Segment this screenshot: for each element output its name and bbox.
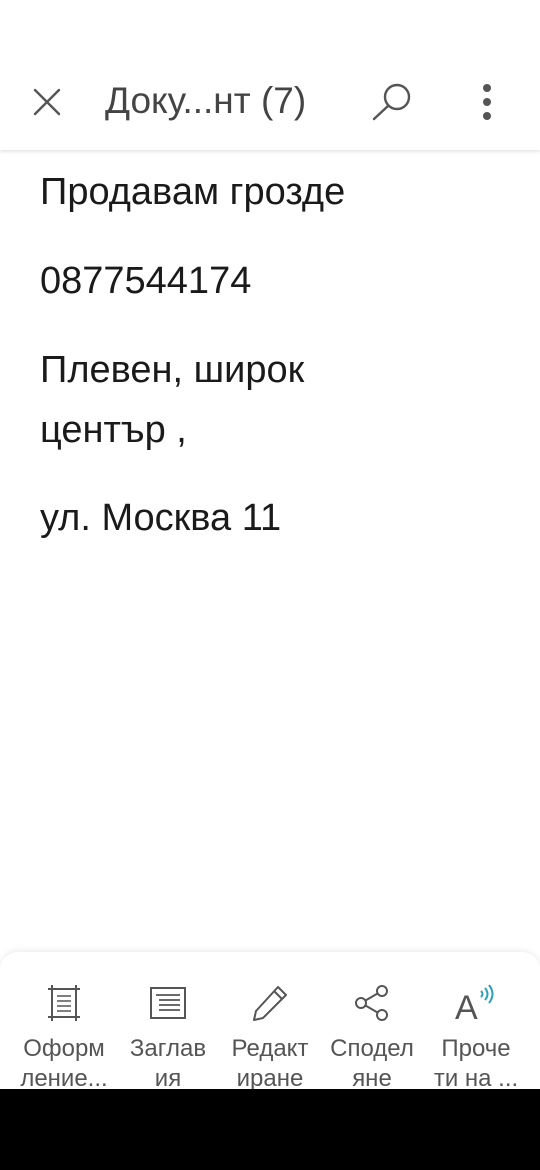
paragraph-2: 0877544174 [40,260,252,302]
paragraph-1: Продавам грозде [40,171,346,213]
paragraph-4: ул. Москва 11 [40,497,282,539]
more-vertical-icon [483,84,491,120]
document-body[interactable]: Продавам грозде 0877544174 Плевен, широк… [0,150,540,950]
headings-button[interactable]: Заглав ия [116,952,220,1092]
share-label: Сподел яне [330,1035,414,1092]
layout-icon [48,985,80,1021]
edit-button[interactable]: Редакт иране [218,952,322,1092]
read-aloud-label: Проче ти на ... [433,1035,519,1092]
search-icon [372,83,411,121]
svg-text:A: A [455,989,478,1024]
search-button[interactable] [366,77,418,127]
headings-label: Заглав ия [129,1035,207,1092]
close-button[interactable] [22,77,72,127]
read-aloud-icon: A [455,984,494,1024]
status-bar [0,0,540,50]
pencil-icon [253,986,287,1021]
bottom-toolbar: Оформ ление... Заглав ия Редакт иране Сп… [0,952,540,1092]
headings-icon [150,987,186,1019]
edit-label: Редакт иране [231,1035,309,1092]
system-navigation-bar [0,1089,540,1170]
phone-screen: Доку...нт (7) Продавам грозде 0877544174… [0,0,540,1170]
paragraph-3: Плевен, широк център , [40,349,305,451]
share-button[interactable]: Сподел яне [320,952,424,1092]
document-title[interactable]: Доку...нт (7) [105,79,306,123]
more-options-button[interactable] [464,77,510,127]
close-icon [33,88,61,116]
layout-button[interactable]: Оформ ление... [12,952,116,1092]
share-icon [355,985,388,1021]
app-bar: Доку...нт (7) [0,50,540,150]
layout-label: Оформ ление... [20,1035,108,1092]
read-aloud-button[interactable]: A Проче ти на ... [424,952,528,1092]
